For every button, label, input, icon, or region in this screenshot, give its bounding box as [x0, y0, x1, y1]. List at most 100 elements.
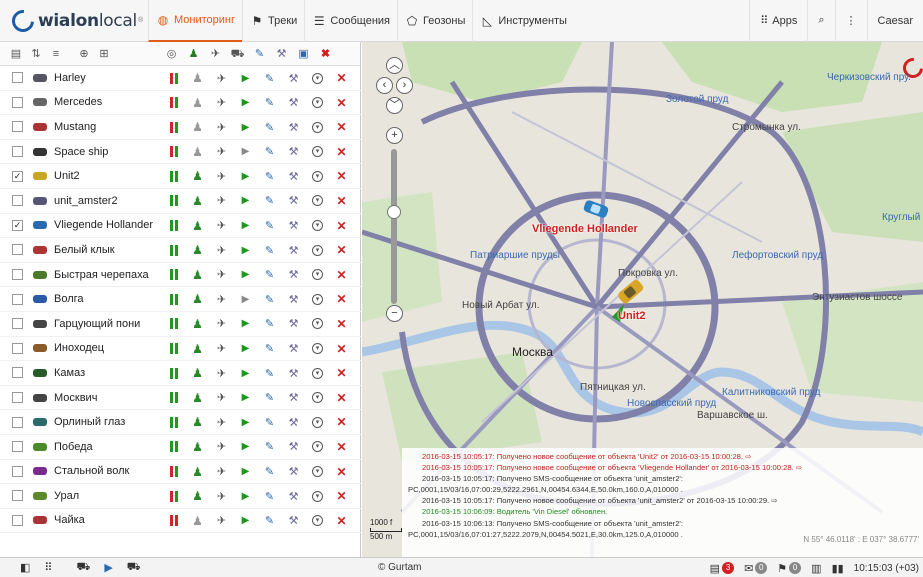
- wrench-icon[interactable]: ⚒: [272, 46, 291, 62]
- unit-name[interactable]: Чайка: [54, 514, 174, 526]
- delete-icon[interactable]: ✕: [332, 219, 351, 233]
- unit-row[interactable]: Space ship ♟ ✈ ▶ ✎ ⚒ ▾ ✕: [0, 140, 361, 165]
- satellite-icon[interactable]: ✈: [212, 391, 231, 405]
- unit-checkbox[interactable]: [12, 441, 23, 453]
- driver-icon[interactable]: ♟: [188, 194, 207, 208]
- wrench-icon[interactable]: ⚒: [284, 169, 303, 183]
- delete-icon[interactable]: ✕: [332, 120, 351, 134]
- edit-icon[interactable]: ✎: [260, 145, 279, 159]
- edit-icon[interactable]: ✎: [260, 514, 279, 528]
- wrench-icon[interactable]: ⚒: [284, 71, 303, 85]
- satellite-icon[interactable]: ✈: [212, 415, 231, 429]
- play-icon[interactable]: ▶: [236, 243, 255, 257]
- driver-icon[interactable]: ♟: [188, 415, 207, 429]
- tab-tools[interactable]: ◺ Инструменты: [472, 0, 574, 42]
- unit-name[interactable]: Mercedes: [54, 96, 174, 108]
- edit-icon[interactable]: ✎: [260, 317, 279, 331]
- driver-icon[interactable]: ♟: [188, 268, 207, 282]
- unit-checkbox[interactable]: [12, 72, 23, 84]
- info-button[interactable]: ▾: [308, 440, 327, 454]
- info-button[interactable]: ▾: [308, 489, 327, 503]
- unit-row[interactable]: ✓ Vliegende Hollander ♟ ✈ ▶ ✎ ⚒ ▾ ✕: [0, 214, 361, 239]
- wrench-icon[interactable]: ⚒: [284, 342, 303, 356]
- play-icon[interactable]: ▶: [236, 292, 255, 306]
- play-icon[interactable]: ▶: [236, 391, 255, 405]
- unit-name[interactable]: Harley: [54, 72, 174, 84]
- play-icon[interactable]: ▶: [236, 415, 255, 429]
- driver-icon[interactable]: ♟: [188, 243, 207, 257]
- delete-icon[interactable]: ✕: [332, 96, 351, 110]
- delete-icon[interactable]: ✕: [332, 292, 351, 306]
- tab-tracks[interactable]: ⚑ Треки: [242, 0, 304, 42]
- unit-row[interactable]: Гарцующий пони ♟ ✈ ▶ ✎ ⚒ ▾ ✕: [0, 312, 361, 337]
- satellite-icon[interactable]: ✈: [212, 292, 231, 306]
- satellite-icon[interactable]: ✈: [212, 342, 231, 356]
- unit-name[interactable]: Волга: [54, 293, 174, 305]
- driver-icon[interactable]: ♟: [188, 120, 207, 134]
- info-button[interactable]: ▾: [308, 415, 327, 429]
- satellite-icon[interactable]: ✈: [212, 440, 231, 454]
- satellite-icon[interactable]: ✈: [212, 366, 231, 380]
- edit-icon[interactable]: ✎: [260, 169, 279, 183]
- driver-icon[interactable]: ♟: [188, 71, 207, 85]
- pan-right-button[interactable]: ›: [396, 77, 413, 94]
- play-icon[interactable]: ▶: [236, 268, 255, 282]
- unit-row[interactable]: Москвич ♟ ✈ ▶ ✎ ⚒ ▾ ✕: [0, 386, 361, 411]
- unit-row[interactable]: Белый клык ♟ ✈ ▶ ✎ ⚒ ▾ ✕: [0, 238, 361, 263]
- tab-monitoring[interactable]: ◍ Мониторинг: [148, 0, 243, 42]
- sort-icon[interactable]: ⇅: [28, 46, 44, 62]
- unit-checkbox[interactable]: [12, 195, 23, 207]
- delete-icon[interactable]: ✕: [332, 169, 351, 183]
- unit-checkbox[interactable]: [12, 269, 23, 281]
- edit-icon[interactable]: ✎: [260, 120, 279, 134]
- unit-name[interactable]: Unit2: [54, 170, 174, 182]
- driver-icon[interactable]: ♟: [188, 317, 207, 331]
- play-icon[interactable]: ▶: [236, 440, 255, 454]
- delete-icon[interactable]: ✕: [332, 489, 351, 503]
- driver-icon[interactable]: ♟: [188, 169, 207, 183]
- routes-icon[interactable]: ⛟: [127, 561, 141, 575]
- zoom-slider-handle[interactable]: [387, 205, 401, 219]
- info-button[interactable]: ▾: [308, 219, 327, 233]
- wrench-icon[interactable]: ⚒: [284, 415, 303, 429]
- info-button[interactable]: ▾: [308, 366, 327, 380]
- view-toggle-icon[interactable]: ▤: [8, 46, 24, 62]
- apps-button[interactable]: ⠿ Apps: [749, 0, 807, 42]
- unit-name[interactable]: Гарцующий пони: [54, 318, 174, 330]
- zoom-in-button[interactable]: +: [386, 127, 403, 144]
- play-icon[interactable]: ▶: [236, 71, 255, 85]
- wrench-icon[interactable]: ⚒: [284, 219, 303, 233]
- unit-name[interactable]: Иноходец: [54, 342, 174, 354]
- edit-icon[interactable]: ✎: [260, 292, 279, 306]
- vliegende-hollander-label[interactable]: Vliegende Hollander: [532, 223, 638, 235]
- unit-row[interactable]: ✓ Unit2 ♟ ✈ ▶ ✎ ⚒ ▾ ✕: [0, 164, 361, 189]
- driver-icon[interactable]: ♟: [188, 489, 207, 503]
- play-icon[interactable]: ▶: [236, 514, 255, 528]
- unit-checkbox[interactable]: [12, 96, 23, 108]
- zoom-out-button[interactable]: −: [386, 305, 403, 322]
- unit-name[interactable]: unit_amster2: [54, 195, 174, 207]
- events-button[interactable]: ⚑ 0: [777, 562, 802, 575]
- satellite-icon[interactable]: ✈: [212, 169, 231, 183]
- satellite-icon[interactable]: ✈: [212, 268, 231, 282]
- unit-checkbox[interactable]: ✓: [12, 219, 23, 231]
- play-icon[interactable]: ▶: [236, 169, 255, 183]
- notifications-button[interactable]: ▤ 3: [710, 562, 735, 575]
- add-icon[interactable]: ⊕: [76, 46, 92, 62]
- wrench-icon[interactable]: ⚒: [284, 489, 303, 503]
- edit-icon[interactable]: ✎: [260, 342, 279, 356]
- edit-icon[interactable]: ✎: [260, 391, 279, 405]
- info-button[interactable]: ▾: [308, 268, 327, 282]
- unit-row[interactable]: Орлиный глаз ♟ ✈ ▶ ✎ ⚒ ▾ ✕: [0, 410, 361, 435]
- unit-row[interactable]: unit_amster2 ♟ ✈ ▶ ✎ ⚒ ▾ ✕: [0, 189, 361, 214]
- play-icon[interactable]: ▶: [236, 342, 255, 356]
- unit-name[interactable]: Камаз: [54, 367, 174, 379]
- edit-icon[interactable]: ✎: [260, 415, 279, 429]
- edit-icon[interactable]: ✎: [260, 243, 279, 257]
- unit-row[interactable]: Harley ♟ ✈ ▶ ✎ ⚒ ▾ ✕: [0, 66, 361, 91]
- unit-checkbox[interactable]: [12, 465, 23, 477]
- satellite-icon[interactable]: ✈: [212, 465, 231, 479]
- satellite-icon[interactable]: ✈: [212, 219, 231, 233]
- truck-icon[interactable]: ⛟: [228, 46, 247, 62]
- driver-icon[interactable]: ♟: [188, 440, 207, 454]
